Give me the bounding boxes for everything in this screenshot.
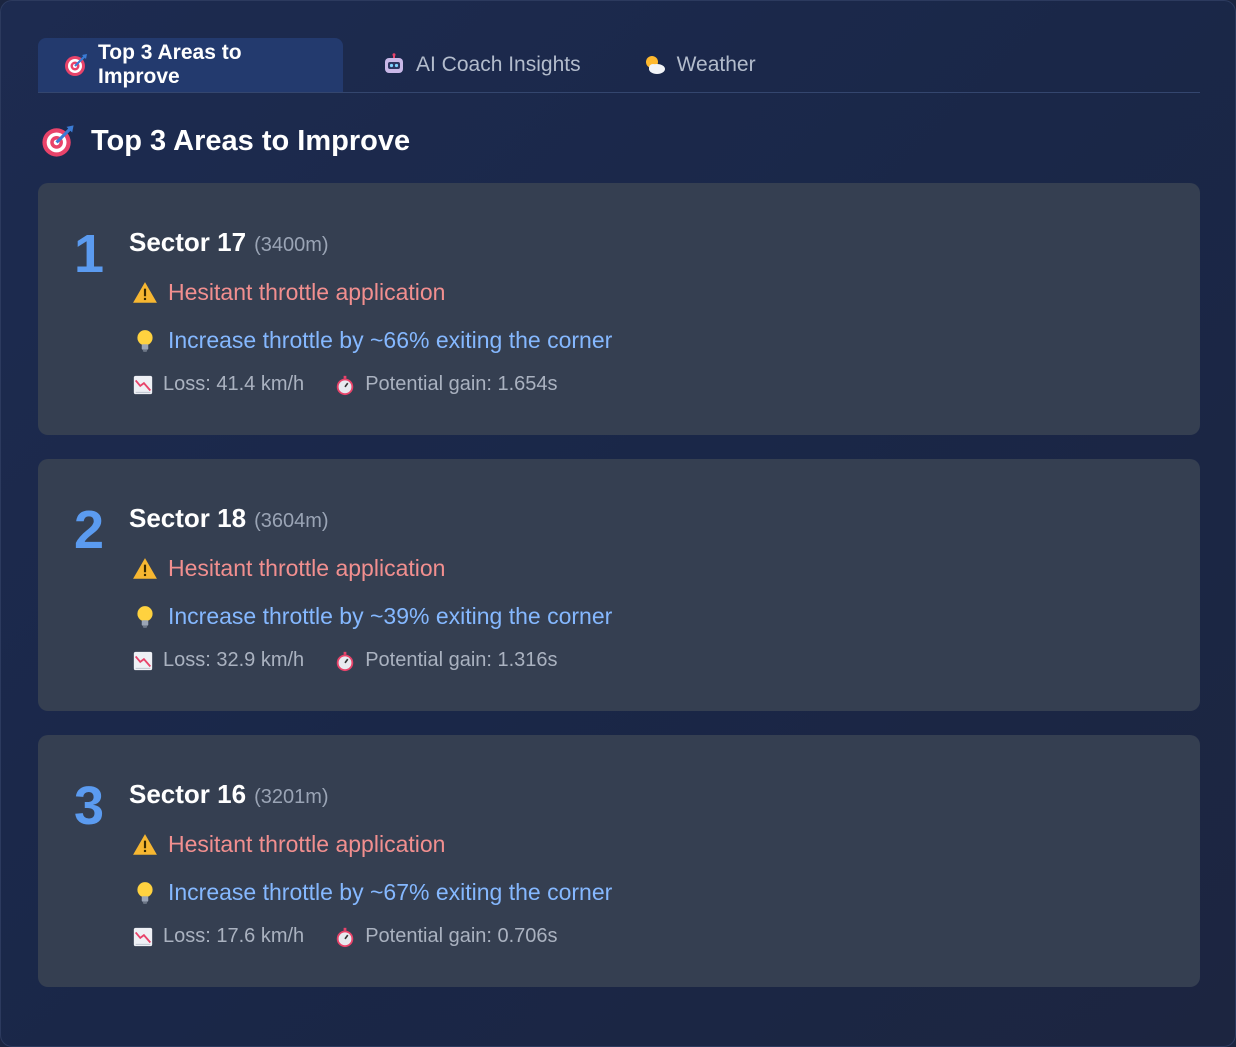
- gain-text: Potential gain: 0.706s: [365, 925, 558, 947]
- section-heading: Top 3 Areas to Improve: [41, 123, 410, 159]
- sector-name: Sector 16: [129, 779, 247, 809]
- gain-stat: Potential gain: 1.316s: [334, 649, 558, 672]
- warning-icon: [132, 832, 158, 858]
- tip-text: Increase throttle by ~67% exiting the co…: [168, 879, 613, 905]
- chart-down-icon: [132, 650, 154, 672]
- stopwatch-icon: [334, 926, 356, 948]
- loss-stat: Loss: 41.4 km/h: [132, 373, 304, 396]
- tip-row: Increase throttle by ~66% exiting the co…: [132, 327, 612, 354]
- issue-text: Hesitant throttle application: [168, 831, 446, 857]
- tip-text: Increase throttle by ~39% exiting the co…: [168, 603, 613, 629]
- sector-title-row: Sector 16 (3201m): [129, 779, 329, 810]
- improvement-card: 3 Sector 16 (3201m) Hesitant throttle ap…: [38, 735, 1200, 987]
- sector-name: Sector 18: [129, 503, 247, 533]
- lightbulb-icon: [132, 604, 158, 630]
- improvement-card: 1 Sector 17 (3400m) Hesitant throttle ap…: [38, 183, 1200, 435]
- sector-distance: (3400m): [254, 234, 329, 256]
- tab-label: Top 3 Areas to Improve: [98, 41, 242, 88]
- issue-row: Hesitant throttle application: [132, 831, 445, 858]
- stats-row: Loss: 32.9 km/h Potential gain: 1.316s: [132, 649, 588, 672]
- stopwatch-icon: [334, 374, 356, 396]
- chart-down-icon: [132, 374, 154, 396]
- sector-name: Sector 17: [129, 227, 247, 257]
- section-title: Top 3 Areas to Improve: [91, 124, 411, 157]
- warning-icon: [132, 556, 158, 582]
- stopwatch-icon: [334, 650, 356, 672]
- tab-weather[interactable]: Weather: [605, 38, 780, 92]
- target-icon: [64, 53, 88, 77]
- target-icon: [41, 124, 75, 158]
- issue-text: Hesitant throttle application: [168, 279, 446, 305]
- sector-distance: (3604m): [254, 510, 329, 532]
- tab-bar: Top 3 Areas to Improve AI Coach Insights…: [38, 38, 1200, 93]
- warning-icon: [132, 280, 158, 306]
- tab-label: Weather: [676, 53, 756, 76]
- sector-title-row: Sector 18 (3604m): [129, 503, 329, 534]
- tip-text: Increase throttle by ~66% exiting the co…: [168, 327, 613, 353]
- loss-text: Loss: 17.6 km/h: [163, 925, 305, 947]
- gain-text: Potential gain: 1.316s: [365, 649, 558, 671]
- loss-text: Loss: 32.9 km/h: [163, 649, 305, 671]
- lightbulb-icon: [132, 328, 158, 354]
- rank-number: 2: [74, 500, 105, 560]
- issue-text: Hesitant throttle application: [168, 555, 446, 581]
- improvement-card: 2 Sector 18 (3604m) Hesitant throttle ap…: [38, 459, 1200, 711]
- tip-row: Increase throttle by ~39% exiting the co…: [132, 603, 612, 630]
- chart-down-icon: [132, 926, 154, 948]
- tip-row: Increase throttle by ~67% exiting the co…: [132, 879, 612, 906]
- sector-distance: (3201m): [254, 786, 329, 808]
- stats-row: Loss: 41.4 km/h Potential gain: 1.654s: [132, 373, 588, 396]
- issue-row: Hesitant throttle application: [132, 555, 445, 582]
- rank-number: 1: [74, 224, 105, 284]
- robot-icon: [382, 53, 406, 77]
- rank-number: 3: [74, 776, 105, 836]
- tab-top-3-areas[interactable]: Top 3 Areas to Improve: [38, 38, 343, 92]
- gain-text: Potential gain: 1.654s: [365, 373, 558, 395]
- sector-title-row: Sector 17 (3400m): [129, 227, 329, 258]
- loss-text: Loss: 41.4 km/h: [163, 373, 305, 395]
- loss-stat: Loss: 17.6 km/h: [132, 925, 304, 948]
- issue-row: Hesitant throttle application: [132, 279, 445, 306]
- tab-label: AI Coach Insights: [416, 53, 581, 76]
- improvement-panel: Top 3 Areas to Improve AI Coach Insights…: [0, 0, 1236, 1047]
- sun-cloud-icon: [643, 53, 667, 77]
- lightbulb-icon: [132, 880, 158, 906]
- stats-row: Loss: 17.6 km/h Potential gain: 0.706s: [132, 925, 588, 948]
- gain-stat: Potential gain: 1.654s: [334, 373, 558, 396]
- gain-stat: Potential gain: 0.706s: [334, 925, 558, 948]
- tab-ai-coach-insights[interactable]: AI Coach Insights: [343, 38, 605, 92]
- loss-stat: Loss: 32.9 km/h: [132, 649, 304, 672]
